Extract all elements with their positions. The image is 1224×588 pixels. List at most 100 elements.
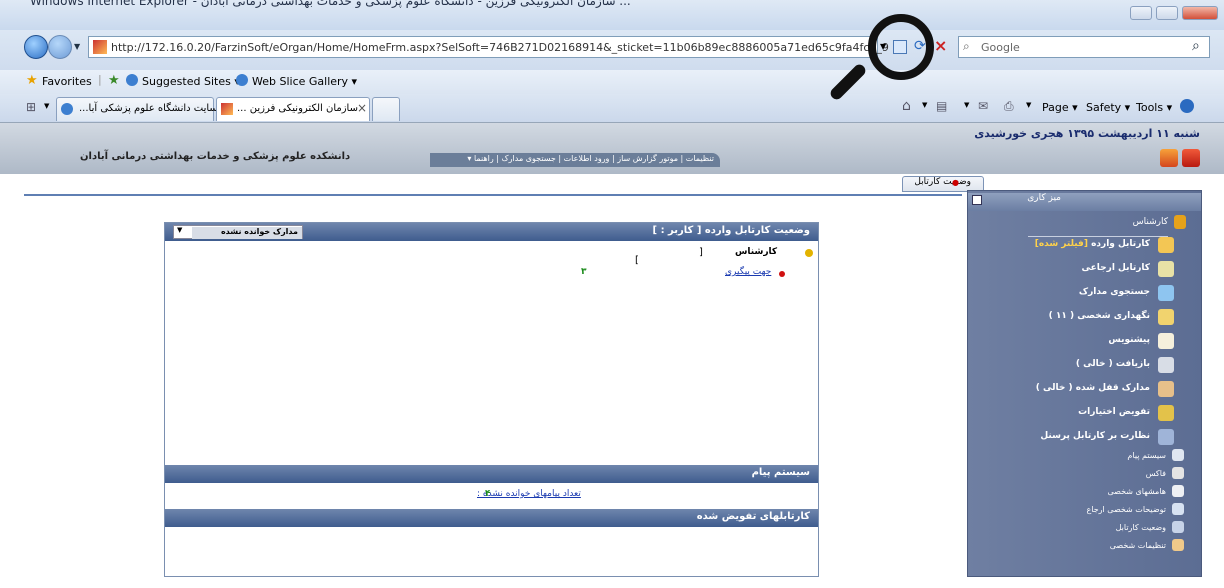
favorites-button[interactable]: Favorites [42, 75, 92, 88]
sidebar-item-label: کارتابل وارده [1091, 239, 1150, 249]
sidebar-item-draft[interactable]: پیشنویس [988, 335, 1150, 355]
sidebar-item-locked[interactable]: مدارک قفل شده ( خالی ) [988, 383, 1150, 403]
sidebar-sub-status[interactable]: وضعیت کارتابل [1028, 523, 1166, 539]
locked-docs-icon [1158, 381, 1174, 397]
web-slice-gallery[interactable]: Web Slice Gallery ▾ [252, 75, 357, 88]
favorites-bar: ★ Favorites | ★ Suggested Sites ▾ Web Sl… [0, 70, 1224, 94]
bracket-left: [ [635, 255, 639, 266]
ie-icon [126, 74, 138, 86]
sidebar-sub-referral-notes[interactable]: توضیحات شخصی ارجاع [1028, 505, 1167, 521]
history-dropdown-icon[interactable]: ▼ [74, 42, 80, 51]
quick-tabs-icon[interactable]: ⊞ [26, 100, 36, 114]
content-tab-close-icon[interactable]: ● [952, 178, 959, 187]
tab-label: ... سازمان الکترونیکی فرزین [237, 103, 358, 114]
inbox-header-text: وضعیت کارتابل وارده [ کاربر : ] [652, 225, 810, 236]
red-bullet-icon [779, 271, 785, 277]
home-icon[interactable]: ⌂ [902, 98, 911, 114]
inbox-icon [1158, 237, 1174, 253]
address-bar[interactable]: http://172.16.0.20/FarzinSoft/eOrgan/Hom… [88, 36, 889, 58]
sidebar-sub-fax[interactable]: فاکس [1028, 469, 1166, 485]
referral-notes-icon [1172, 503, 1184, 515]
role-label: کارشناس [735, 247, 778, 257]
content-tab-bar: وضعیت کارتابل ● [24, 174, 984, 196]
follow-up-count: ۳ [581, 267, 587, 277]
search-icon[interactable]: ⌕ [1192, 38, 1200, 54]
address-url: http://172.16.0.20/FarzinSoft/eOrgan/Hom… [111, 41, 889, 54]
sidebar-item-inbox[interactable]: کارتابل وارده [فیلتر شده] [988, 239, 1150, 259]
search-input[interactable]: ⌕ Google [958, 36, 1210, 58]
minimize-button[interactable] [1130, 6, 1152, 20]
sidebar-item-delegation[interactable]: تفویض اختیارات [988, 407, 1150, 427]
close-window-button[interactable] [1182, 6, 1218, 20]
bracket-right: ] [699, 247, 703, 258]
safety-menu[interactable]: Safety ▾ [1086, 101, 1130, 114]
page-menu[interactable]: Page ▾ [1042, 101, 1078, 114]
tab-farzin-active[interactable]: ... سازمان الکترونیکی فرزین × [216, 97, 370, 121]
address-row: ▼ http://172.16.0.20/FarzinSoft/eOrgan/H… [0, 30, 1224, 70]
back-icon[interactable] [24, 35, 48, 59]
inbox-header: وضعیت کارتابل وارده [ کاربر : ] ▼ مدارک … [165, 223, 818, 241]
power-icon[interactable] [1182, 149, 1200, 167]
tools-menu[interactable]: Tools ▾ [1136, 101, 1172, 114]
add-favorite-icon[interactable]: ★ [108, 73, 120, 88]
sidebar-sub-message[interactable]: سیستم پیام [1028, 451, 1166, 467]
notes-icon [1172, 485, 1184, 497]
sidebar-sub-notes[interactable]: هامشهای شخصی [1028, 487, 1166, 503]
sidebar-item-recycle[interactable]: بازیافت ( خالی ) [988, 359, 1150, 379]
recycle-icon [1158, 357, 1174, 373]
filter-value: مدارک خوانده نشده [192, 227, 302, 239]
ie-icon [61, 103, 73, 115]
sidebar-item-personal[interactable]: نگهداری شخصی ( ۱۱ ) [988, 311, 1150, 331]
tab-row: ⊞ ▼ ...سایت دانشگاه علوم پزشکی آبا ... س… [0, 94, 1224, 122]
sidebar-collapse-icon[interactable] [972, 195, 982, 205]
home-dropdown-icon[interactable]: ▼ [922, 101, 927, 109]
print-icon[interactable]: ⎙ [1004, 99, 1014, 114]
desk-sidebar: میز کاری کارشناس کارتابل وارده [فیلتر شد… [967, 190, 1202, 577]
tab-label: ...سایت دانشگاه علوم پزشکی آبا [79, 103, 218, 114]
window-title-bar: ... سازمان الکترونیکی فرزین - دانشگاه عل… [0, 0, 1224, 30]
folder-icon [805, 249, 813, 257]
app-header: شنبه ۱۱ اردیبهشت ۱۳۹۵ هجری خورشیدی دانشک… [0, 122, 1224, 174]
settings-user-icon [1172, 539, 1184, 551]
top-menu[interactable]: تنظیمات | موتور گزارش ساز | ورود اطلاعات… [430, 153, 720, 167]
fax-icon [1172, 467, 1184, 479]
help-icon[interactable] [1180, 99, 1194, 113]
sidebar-sub-settings[interactable]: تنظیمات شخصی [1028, 541, 1166, 557]
filter-select[interactable]: ▼ مدارک خوانده نشده [173, 225, 303, 239]
cartable-panel: وضعیت کارتابل وارده [ کاربر : ] ▼ مدارک … [164, 222, 819, 577]
forward-icon[interactable] [48, 35, 72, 59]
print-dropdown-icon[interactable]: ▼ [1026, 101, 1031, 109]
follow-up-link[interactable]: جهت پیگیری [725, 267, 771, 277]
page-favicon-icon [221, 103, 233, 115]
sidebar-title: میز کاری [968, 193, 1201, 211]
unread-messages-link[interactable]: تعداد پیامهای خوانده نشده : [477, 489, 581, 499]
suggested-sites[interactable]: Suggested Sites ▾ [142, 75, 240, 88]
feeds-icon[interactable]: ▤ [936, 99, 947, 113]
org-name: دانشکده علوم پزشکی و خدمات بهداشتی درمان… [80, 151, 351, 162]
message-system-icon [1172, 449, 1184, 461]
filtered-tag: [فیلتر شده] [1034, 239, 1088, 249]
page-favicon-icon [93, 40, 107, 54]
tab-university-site[interactable]: ...سایت دانشگاه علوم پزشکی آبا [56, 97, 218, 121]
sidebar-item-supervision[interactable]: نظارت بر کارتابل پرسنل [988, 431, 1150, 451]
search-docs-icon [1158, 285, 1174, 301]
tab-close-icon[interactable]: × [357, 101, 367, 115]
window-title: ... سازمان الکترونیکی فرزین - دانشگاه عل… [30, 0, 631, 8]
sidebar-item-search[interactable]: جستجوی مدارک [988, 287, 1150, 307]
magnifier-ring-icon [868, 14, 934, 80]
new-tab-button[interactable] [372, 97, 400, 121]
feeds-dropdown-icon[interactable]: ▼ [964, 101, 969, 109]
filter-dropdown-icon[interactable]: ▼ [177, 226, 182, 234]
stop-icon[interactable]: × [934, 36, 947, 55]
apps-icon[interactable] [1160, 149, 1178, 167]
sidebar-item-referral[interactable]: کارتابل ارجاعی [988, 263, 1150, 283]
favorites-star-icon[interactable]: ★ [26, 73, 38, 88]
maximize-button[interactable] [1156, 6, 1178, 20]
separator: | [98, 73, 102, 86]
mail-icon[interactable]: ✉ [978, 99, 988, 113]
referral-icon [1158, 261, 1174, 277]
delegation-icon [1158, 405, 1174, 421]
user-icon [1174, 215, 1186, 229]
sidebar-section-label: کارشناس [1028, 217, 1168, 237]
tab-list-icon[interactable]: ▼ [44, 102, 49, 110]
